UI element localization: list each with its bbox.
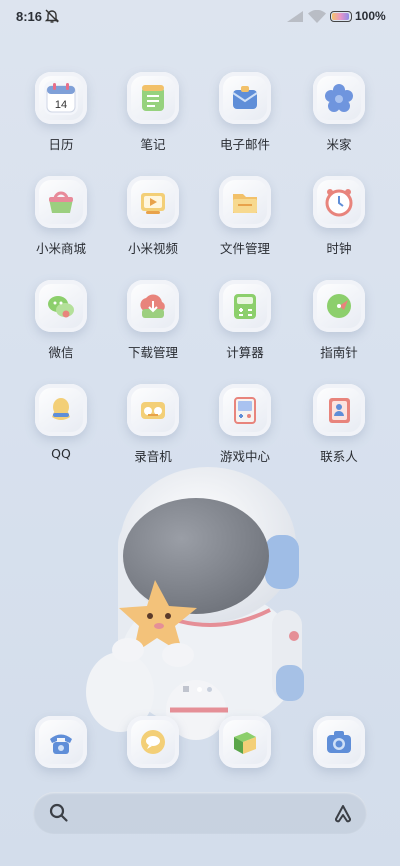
dock-app-store[interactable]: [200, 716, 290, 768]
app-wechat[interactable]: 微信: [16, 280, 106, 361]
app-store-icon-frame: [219, 716, 271, 768]
app-contacts[interactable]: 联系人: [294, 384, 384, 465]
contacts-icon-frame: [313, 384, 365, 436]
app-store-icon: [228, 725, 262, 759]
app-game-center[interactable]: 游戏中心: [200, 384, 290, 465]
app-label: 米家: [326, 137, 352, 152]
game-center-icon-frame: [219, 384, 271, 436]
game-center-icon: [228, 393, 262, 427]
wechat-icon-frame: [35, 280, 87, 332]
compass-icon-frame: [313, 280, 365, 332]
app-qq[interactable]: QQ: [16, 384, 106, 461]
downloads-icon: [136, 289, 170, 323]
app-mijia[interactable]: 米家: [294, 72, 384, 153]
mijia-icon: [322, 81, 356, 115]
calculator-icon: [228, 289, 262, 323]
page-list-icon: [183, 686, 189, 692]
contacts-icon: [322, 393, 356, 427]
file-manager-icon: [228, 185, 262, 219]
app-label: 游戏中心: [219, 449, 270, 464]
mi-store-icon: [44, 185, 78, 219]
compass-icon: [322, 289, 356, 323]
qq-icon: [44, 393, 78, 427]
app-file-manager[interactable]: 文件管理: [200, 176, 290, 257]
app-label: 录音机: [134, 449, 172, 464]
file-manager-icon-frame: [219, 176, 271, 228]
messages-icon: [136, 725, 170, 759]
messages-icon-frame: [127, 716, 179, 768]
assistant-icon[interactable]: [333, 803, 353, 827]
recorder-icon-frame: [127, 384, 179, 436]
app-recorder[interactable]: 录音机: [108, 384, 198, 465]
email-icon: [228, 81, 262, 115]
astronaut-wallpaper: [86, 467, 304, 740]
search-icon: [49, 803, 69, 827]
dock-phone[interactable]: [16, 716, 106, 768]
app-label: 文件管理: [219, 241, 270, 256]
app-label: 笔记: [140, 137, 166, 152]
app-label: 微信: [48, 345, 74, 360]
app-label: 下载管理: [127, 345, 178, 360]
app-calendar[interactable]: 14 日历: [16, 72, 106, 153]
clock-icon: [322, 185, 356, 219]
app-label: 时钟: [326, 241, 352, 256]
app-email[interactable]: 电子邮件: [200, 72, 290, 153]
app-label: 联系人: [320, 449, 358, 464]
mute-bell-icon: [44, 8, 60, 28]
app-mi-video[interactable]: 小米视频: [108, 176, 198, 257]
notes-icon-frame: [127, 72, 179, 124]
phone-icon-frame: [35, 716, 87, 768]
app-label: QQ: [51, 446, 71, 461]
app-label: 日历: [48, 137, 74, 152]
camera-icon: [322, 725, 356, 759]
page-indicator[interactable]: [183, 686, 223, 694]
app-notes[interactable]: 笔记: [108, 72, 198, 153]
app-compass[interactable]: 指南针: [294, 280, 384, 361]
battery-percent: 100%: [355, 9, 386, 23]
app-clock[interactable]: 时钟: [294, 176, 384, 257]
app-calculator[interactable]: 计算器: [200, 280, 290, 361]
app-mi-store[interactable]: 小米商城: [16, 176, 106, 257]
mi-video-icon: [136, 185, 170, 219]
qq-icon-frame: [35, 384, 87, 436]
app-label: 电子邮件: [219, 137, 270, 152]
app-label: 小米商城: [35, 241, 86, 256]
mijia-icon-frame: [313, 72, 365, 124]
signal-icon: [287, 11, 303, 26]
downloads-icon-frame: [127, 280, 179, 332]
notes-icon: [136, 81, 170, 115]
wechat-icon: [44, 289, 78, 323]
recorder-icon: [136, 393, 170, 427]
email-icon-frame: [219, 72, 271, 124]
wifi-icon: [308, 9, 326, 27]
calendar-icon-frame: 14: [35, 72, 87, 124]
calculator-icon-frame: [219, 280, 271, 332]
app-label: 计算器: [226, 345, 264, 360]
dock-messages[interactable]: [108, 716, 198, 768]
phone-icon: [44, 725, 78, 759]
calendar-icon: 14: [44, 81, 78, 115]
app-downloads[interactable]: 下载管理: [108, 280, 198, 361]
search-bar[interactable]: [33, 792, 367, 834]
clock-icon-frame: [313, 176, 365, 228]
calendar-day: 14: [55, 99, 67, 111]
status-bar: 8:16 100%: [0, 0, 400, 34]
home-screen: 8:16 100% 14 日历 笔记 电子邮件 米家 小米商城 小米视频 文件管…: [0, 0, 400, 866]
page-dot: [207, 687, 212, 692]
dock-camera[interactable]: [294, 716, 384, 768]
camera-icon-frame: [313, 716, 365, 768]
mi-store-icon-frame: [35, 176, 87, 228]
app-label: 指南针: [320, 345, 358, 360]
mi-video-icon-frame: [127, 176, 179, 228]
status-time: 8:16: [16, 9, 43, 24]
page-dot-active: [197, 687, 202, 692]
app-label: 小米视频: [127, 241, 178, 256]
battery-icon: [330, 11, 352, 22]
